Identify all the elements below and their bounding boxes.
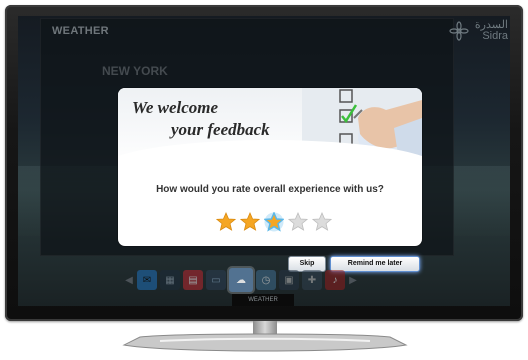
box-icon[interactable]: ▣ <box>279 270 299 290</box>
calendar-icon[interactable]: ▤ <box>183 270 203 290</box>
app-bar: ◀ ✉ ▦ ▤ ▭ ☁ ◷ ▣ ✚ ♪ ▶ <box>124 266 420 294</box>
star-4-icon[interactable] <box>288 212 308 232</box>
active-app-label: WEATHER <box>232 294 294 306</box>
star-3-icon[interactable] <box>264 212 284 232</box>
film-icon[interactable]: ▦ <box>160 270 180 290</box>
section-title: WEATHER <box>52 25 109 37</box>
puzzle-icon[interactable]: ✚ <box>302 270 322 290</box>
flower-logo-icon <box>449 21 469 41</box>
clock-icon[interactable]: ◷ <box>256 270 276 290</box>
rating-question: How would you rate overall experience wi… <box>156 184 384 195</box>
mail-icon[interactable]: ✉ <box>137 270 157 290</box>
weather-icon[interactable]: ☁ <box>229 268 253 292</box>
scroll-right-arrow-icon[interactable]: ▶ <box>348 275 358 286</box>
feedback-dialog: We welcome your feedback How would you r… <box>118 88 422 246</box>
star-5-icon[interactable] <box>312 212 332 232</box>
dialog-hero: We welcome your feedback <box>118 88 422 200</box>
brand-latin: Sidra <box>482 30 508 42</box>
headline-line-1: We welcome <box>132 98 219 117</box>
headline-line-2: your feedback <box>171 120 270 139</box>
tv-icon[interactable]: ▭ <box>206 270 226 290</box>
star-1-icon[interactable] <box>216 212 236 232</box>
music-icon[interactable]: ♪ <box>325 270 345 290</box>
star-rating[interactable] <box>216 212 336 234</box>
city-title: NEW YORK <box>102 64 168 78</box>
star-2-icon[interactable] <box>240 212 260 232</box>
brand-logo: السدرة Sidra <box>449 20 508 42</box>
tv-stand-base <box>120 331 410 355</box>
scroll-left-arrow-icon[interactable]: ◀ <box>124 275 134 286</box>
